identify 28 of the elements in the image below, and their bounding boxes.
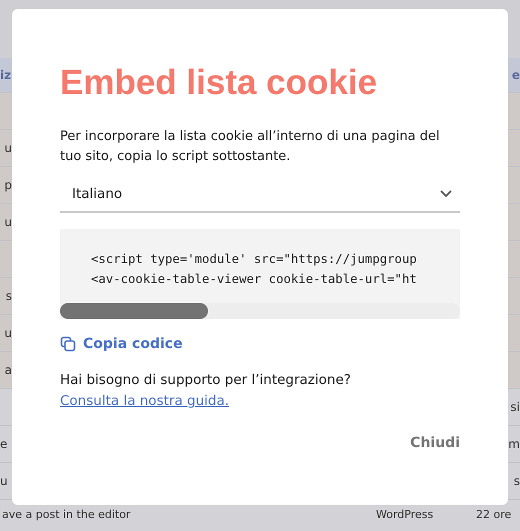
table-cell-text: WordPress xyxy=(376,508,434,521)
table-cell-text: 22 ore xyxy=(476,508,512,521)
column-header: e xyxy=(510,68,520,82)
copy-icon xyxy=(60,336,76,352)
table-cell-text: s xyxy=(512,474,520,488)
table-cell-text: a xyxy=(4,363,12,377)
copy-button[interactable]: Copia codice xyxy=(60,336,183,352)
table-cell-text: p xyxy=(3,178,12,192)
table-cell-text: e xyxy=(0,437,8,451)
table-cell: m xyxy=(508,437,520,451)
table-cell-text: si xyxy=(509,400,520,414)
help-text: Hai bisogno di supporto per l’integrazione? xyxy=(60,371,352,390)
close-button[interactable]: Chiudi xyxy=(410,435,460,451)
code-line: <script type='module' src="https://jumpgroup xyxy=(91,251,418,268)
table-cell-text: s xyxy=(4,289,12,303)
code-line: <av-cookie-table-viewer cookie-table-url="ht xyxy=(91,271,418,288)
column-header: iz xyxy=(0,68,12,82)
guide-link[interactable]: Consulta la nostra guida. xyxy=(60,391,230,411)
table-cell-text: u xyxy=(3,215,12,229)
language-select[interactable]: Italiano xyxy=(60,177,460,213)
dialog-title: Embed lista cookie xyxy=(60,62,378,104)
table-cell-text: u xyxy=(3,141,12,155)
description-text: Per incorporare la lista cookie all’interno di una pagina del tuo sito, copia lo script sottostante. xyxy=(60,128,441,166)
table-cell-text: u xyxy=(3,326,12,340)
chevron-down-icon xyxy=(440,190,452,198)
scrollbar[interactable] xyxy=(60,303,460,319)
table-cell-text: ave a post in the editor xyxy=(1,508,132,521)
table-cell-text: u xyxy=(0,474,9,488)
